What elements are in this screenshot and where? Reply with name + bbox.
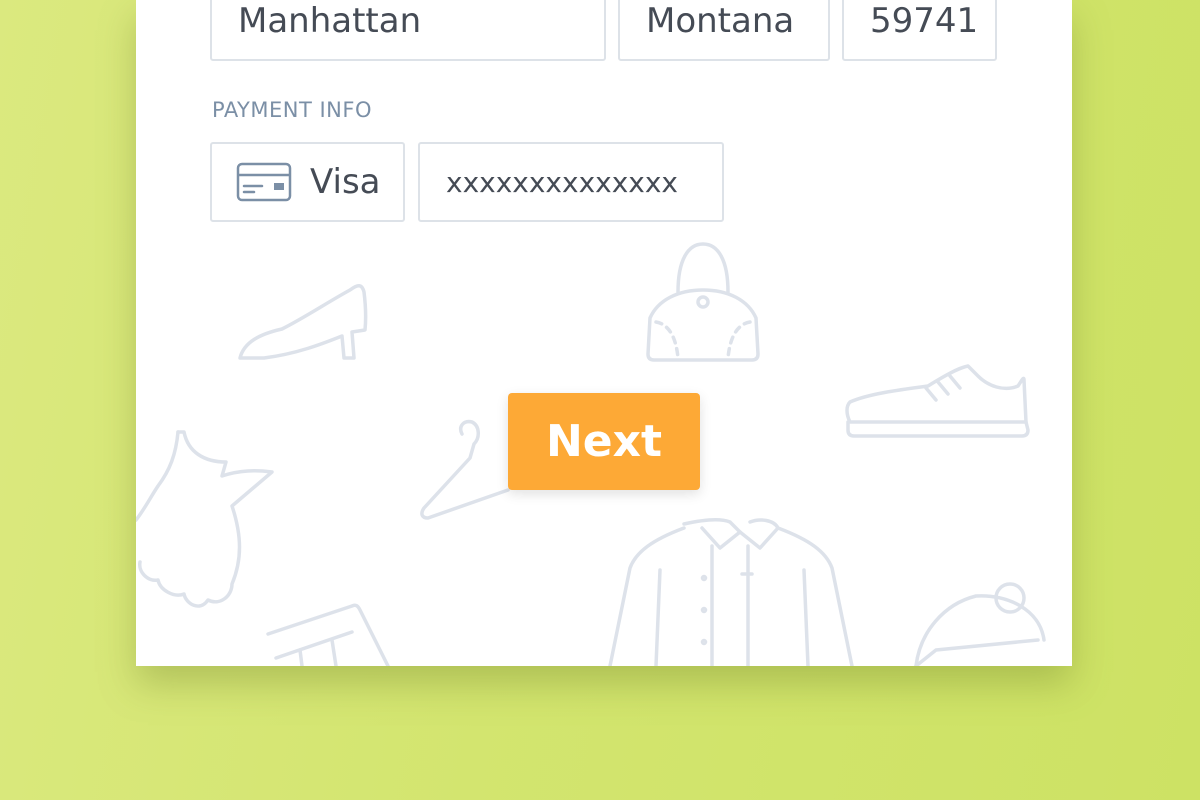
handbag-icon [646, 242, 760, 362]
checkout-form-card: Manhattan Montana 59741 PAYMENT INFO Vis… [136, 0, 1072, 666]
next-button[interactable]: Next [508, 393, 700, 490]
credit-card-icon [236, 162, 292, 202]
sneaker-icon [845, 364, 1030, 438]
zip-input[interactable]: 59741 [842, 0, 997, 61]
card-number-input[interactable]: xxxxxxxxxxxxxx [418, 142, 724, 222]
shirt-icon [608, 518, 854, 666]
hanger-icon [420, 419, 510, 520]
card-type-select[interactable]: Visa [210, 142, 405, 222]
dress-icon [136, 430, 274, 608]
city-input[interactable]: Manhattan [210, 0, 606, 61]
state-input[interactable]: Montana [618, 0, 830, 61]
beanie-icon [914, 582, 1046, 666]
jeans-icon [266, 603, 390, 666]
payment-info-label: PAYMENT INFO [212, 98, 372, 122]
card-type-label: Visa [310, 162, 381, 202]
high-heel-icon [238, 284, 368, 360]
